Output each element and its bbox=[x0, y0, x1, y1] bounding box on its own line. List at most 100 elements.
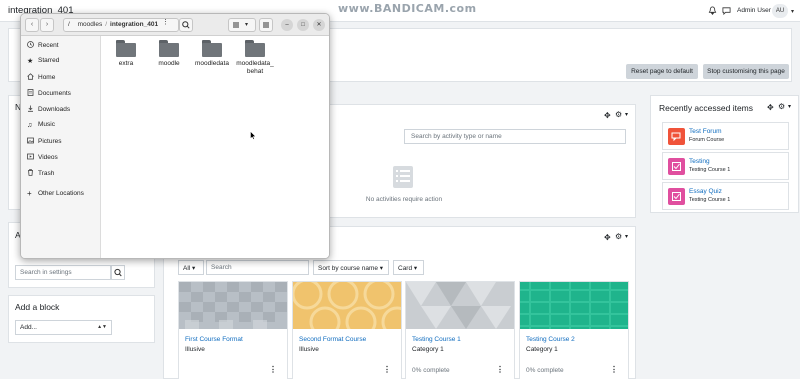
recent-item[interactable]: Essay Quiz Testing Course 1 bbox=[662, 182, 789, 210]
home-icon bbox=[27, 73, 34, 80]
sidebar-item-music[interactable]: ♫ Music bbox=[27, 121, 55, 133]
sidebar-item-videos[interactable]: Videos bbox=[27, 153, 58, 165]
sidebar-item-starred[interactable]: ★ Starred bbox=[27, 57, 59, 69]
path-segment-parent[interactable]: moodles bbox=[78, 21, 103, 28]
path-root[interactable]: / bbox=[68, 21, 70, 28]
folder-item[interactable]: extra bbox=[106, 40, 146, 68]
search-icon bbox=[182, 21, 190, 29]
sidebar-item-label: Other Locations bbox=[38, 190, 84, 197]
user-menu-name[interactable]: Admin User bbox=[737, 7, 771, 14]
move-icon[interactable]: ✥ bbox=[767, 103, 774, 112]
recording-watermark: www.BANDICAM.com bbox=[338, 2, 477, 15]
course-search-input[interactable]: Search bbox=[206, 260, 309, 275]
avatar[interactable]: AU bbox=[772, 4, 788, 18]
hamburger-menu-icon bbox=[263, 22, 269, 28]
chevron-down-icon[interactable]: ▾ bbox=[788, 103, 791, 110]
view-dropdown[interactable]: Card ▾ bbox=[393, 260, 424, 275]
course-name[interactable]: Second Format Course bbox=[299, 336, 366, 343]
chevron-down-icon[interactable]: ▾ bbox=[625, 111, 628, 118]
path-menu-icon[interactable]: ⋮ bbox=[162, 18, 169, 26]
course-card[interactable]: Testing Course 1 Category 1 0% complete … bbox=[405, 281, 515, 379]
folder-icon bbox=[245, 40, 265, 57]
sidebar-item-label: Recent bbox=[38, 42, 59, 49]
folder-icon bbox=[116, 40, 136, 57]
sort-dropdown[interactable]: Sort by course name ▾ bbox=[313, 260, 389, 275]
forward-button[interactable]: › bbox=[40, 18, 54, 32]
list-view-icon bbox=[233, 22, 239, 28]
recent-item[interactable]: Test Forum Forum Course bbox=[662, 122, 789, 150]
main-menu-button[interactable] bbox=[259, 18, 273, 32]
chevron-down-icon[interactable]: ▾ bbox=[791, 8, 794, 15]
recent-items-title: Recently accessed items bbox=[659, 103, 754, 113]
back-button[interactable]: ‹ bbox=[25, 18, 39, 32]
messages-icon[interactable] bbox=[722, 6, 731, 15]
file-manager-headerbar[interactable]: ‹ › / moodles / integration_401 ⋮ ▾ – □ ✕ bbox=[21, 14, 329, 36]
mouse-cursor-icon bbox=[250, 131, 256, 140]
folder-icon bbox=[159, 40, 179, 57]
sidebar-item-other-locations[interactable]: + Other Locations bbox=[27, 190, 84, 202]
course-card[interactable]: Testing Course 2 Category 1 0% complete … bbox=[519, 281, 629, 379]
sidebar-item-documents[interactable]: Documents bbox=[27, 89, 71, 101]
timeline-search-input[interactable]: Search by activity type or name bbox=[404, 129, 626, 144]
course-image bbox=[179, 282, 287, 329]
folder-item[interactable]: moodledata_behat bbox=[235, 40, 275, 76]
sidebar-item-label: Downloads bbox=[38, 106, 71, 113]
stop-customising-button[interactable]: Stop customising this page bbox=[703, 64, 789, 79]
select-arrows-icon: ▲▼ bbox=[97, 324, 107, 330]
sidebar-item-pictures[interactable]: Pictures bbox=[27, 137, 61, 149]
add-block-select[interactable]: Add... ▲▼ bbox=[15, 320, 112, 335]
sidebar-item-trash[interactable]: Trash bbox=[27, 169, 54, 181]
kebab-menu-icon[interactable]: ⋮ bbox=[496, 365, 504, 374]
recent-item-name[interactable]: Test Forum bbox=[689, 128, 722, 135]
search-settings-input[interactable]: Search in settings bbox=[15, 265, 111, 280]
move-icon[interactable]: ✥ bbox=[604, 111, 611, 120]
course-image bbox=[293, 282, 401, 329]
recent-item-name[interactable]: Testing bbox=[689, 158, 710, 165]
folder-item[interactable]: moodledata bbox=[192, 40, 232, 68]
recent-item-course: Testing Course 1 bbox=[689, 197, 731, 203]
course-name[interactable]: Testing Course 2 bbox=[526, 336, 575, 343]
course-card[interactable]: Second Format Course Illusive ⋮ bbox=[292, 281, 402, 379]
sidebar-item-downloads[interactable]: Downloads bbox=[27, 105, 70, 117]
folder-item[interactable]: moodle bbox=[149, 40, 189, 68]
search-settings-button[interactable] bbox=[111, 265, 125, 280]
recent-item-name[interactable]: Essay Quiz bbox=[689, 188, 722, 195]
minimize-button[interactable]: – bbox=[281, 19, 293, 31]
sidebar-item-label: Home bbox=[38, 74, 56, 81]
chevron-left-icon: ‹ bbox=[30, 21, 34, 28]
gear-icon[interactable]: ⚙ bbox=[778, 102, 785, 111]
gear-icon[interactable]: ⚙ bbox=[615, 110, 622, 119]
sidebar-item-home[interactable]: Home bbox=[27, 73, 55, 85]
assignment-icon bbox=[668, 158, 685, 175]
kebab-menu-icon[interactable]: ⋮ bbox=[269, 365, 277, 374]
course-name[interactable]: First Course Format bbox=[185, 336, 243, 343]
course-card[interactable]: First Course Format Illusive ⋮ bbox=[178, 281, 288, 379]
star-icon: ★ bbox=[27, 58, 34, 65]
kebab-menu-icon[interactable]: ⋮ bbox=[610, 365, 618, 374]
plus-icon: + bbox=[27, 189, 32, 198]
file-view[interactable]: extra moodle moodledata moodledata_behat bbox=[102, 36, 329, 258]
course-name[interactable]: Testing Course 1 bbox=[412, 336, 461, 343]
sidebar-item-label: Starred bbox=[38, 57, 60, 64]
view-toggle-button[interactable]: ▾ bbox=[228, 18, 256, 32]
gear-icon[interactable]: ⚙ bbox=[615, 232, 622, 241]
sidebar-item-label: Trash bbox=[38, 170, 55, 177]
sidebar-item-recent[interactable]: Recent bbox=[27, 41, 59, 53]
move-icon[interactable]: ✥ bbox=[604, 233, 611, 242]
path-segment-current[interactable]: integration_401 bbox=[110, 21, 158, 28]
chevron-down-icon[interactable]: ▾ bbox=[625, 233, 628, 240]
recent-item[interactable]: Testing Testing Course 1 bbox=[662, 152, 789, 180]
search-button[interactable] bbox=[179, 18, 193, 32]
maximize-button[interactable]: □ bbox=[297, 19, 309, 31]
recent-item-course: Forum Course bbox=[689, 137, 725, 143]
sidebar-item-label: Music bbox=[38, 121, 55, 128]
kebab-menu-icon[interactable]: ⋮ bbox=[383, 365, 391, 374]
view-value: Card bbox=[398, 265, 413, 272]
reset-page-button[interactable]: Reset page to default bbox=[626, 64, 698, 79]
grouping-filter-dropdown[interactable]: All ▾ bbox=[178, 260, 204, 275]
download-icon bbox=[27, 105, 34, 112]
recent-item-course: Testing Course 1 bbox=[689, 167, 731, 173]
notification-bell-icon[interactable] bbox=[708, 6, 717, 15]
close-button[interactable]: ✕ bbox=[313, 19, 325, 31]
file-manager-window[interactable]: ‹ › / moodles / integration_401 ⋮ ▾ – □ ✕ … bbox=[20, 13, 330, 259]
